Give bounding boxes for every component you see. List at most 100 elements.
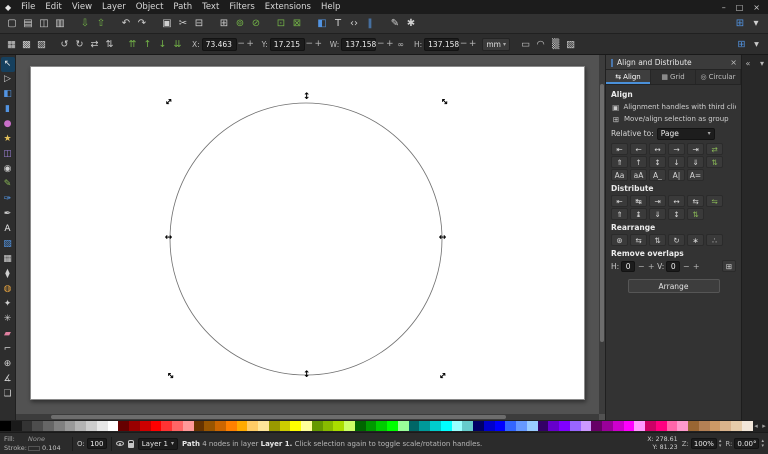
height-input[interactable]: 137.158 (424, 37, 459, 51)
palette-swatch[interactable] (258, 421, 269, 431)
zoom-decrease-button[interactable]: ▾ (719, 443, 722, 449)
palette-swatch[interactable] (204, 421, 215, 431)
palette-swatch[interactable] (365, 421, 377, 431)
new-document-button[interactable]: ▢ (4, 16, 20, 32)
palette-swatch[interactable] (21, 421, 33, 431)
star-tool-button[interactable]: ★ (1, 132, 15, 147)
palette-swatch[interactable] (666, 421, 678, 431)
relative-to-dropdown[interactable]: Page ▾ (656, 127, 715, 140)
palette-swatch[interactable] (537, 421, 549, 431)
randomize-positions-button[interactable]: ∗ (687, 234, 704, 246)
print-button[interactable]: ▥ (52, 16, 68, 32)
palette-swatch[interactable] (440, 421, 452, 431)
vertical-scrollbar[interactable] (599, 55, 605, 414)
duplicate-button[interactable]: ⊞ (216, 16, 232, 32)
group-button[interactable]: ⊡ (273, 16, 289, 32)
unlink-clone-button[interactable]: ⊘ (248, 16, 264, 32)
palette-swatch[interactable] (612, 421, 624, 431)
center-on-vertical-axis-button[interactable]: ↔ (649, 143, 666, 155)
rotate-arrangement-button[interactable]: ↻ (668, 234, 685, 246)
distribute-horizontal-anchor-button[interactable]: ⇆ (687, 195, 704, 207)
pen-tool-button[interactable]: ✑ (1, 192, 15, 207)
palette-swatch[interactable] (677, 421, 688, 431)
palette-swatch[interactable] (279, 421, 291, 431)
palette-swatch[interactable] (688, 421, 699, 431)
menu-filters[interactable]: Filters (224, 2, 259, 12)
rectangle-tool-button[interactable]: ▮ (1, 102, 15, 117)
palette-swatch[interactable] (580, 421, 592, 431)
measure-tool-button[interactable]: ∡ (1, 372, 15, 387)
raise-button[interactable]: ↑ (140, 37, 155, 52)
palette-swatch[interactable] (397, 421, 409, 431)
eraser-tool-button[interactable]: ▰ (1, 327, 15, 342)
redo-button[interactable]: ↷ (134, 16, 150, 32)
palette-swatch[interactable] (516, 421, 527, 431)
align-top-edge-anchor-button[interactable]: ⇑ (611, 156, 628, 168)
palette-swatch[interactable] (236, 421, 248, 431)
palette-swatch[interactable] (602, 421, 613, 431)
collapse-dock-button[interactable]: « (743, 59, 753, 69)
overlap-v-input[interactable]: 0 (666, 260, 681, 272)
palette-swatch[interactable] (430, 421, 441, 431)
palette-swatch[interactable] (376, 421, 387, 431)
snap-options-button[interactable]: ▾ (748, 16, 764, 32)
fill-stroke-indicator[interactable]: Fill: None Stroke: 0.104 (4, 435, 68, 452)
align-dialog-button[interactable]: ‖ (362, 16, 378, 32)
text-distribute-vertical-button[interactable]: ⇅ (687, 208, 704, 220)
height-increment-button[interactable]: + (468, 38, 477, 51)
vertical-scrollbar-thumb[interactable] (600, 83, 604, 343)
palette-swatch[interactable] (645, 421, 656, 431)
connector-tool-button[interactable]: ⌐ (1, 342, 15, 357)
flip-horizontal-button[interactable]: ⇄ (87, 37, 102, 52)
selector-tool-button[interactable]: ↖ (0, 57, 15, 72)
width-increment-button[interactable]: + (385, 38, 394, 51)
palette-swatch[interactable] (408, 421, 420, 431)
overlap-h-decrement-button[interactable]: − (637, 262, 645, 271)
exchange-stacking-order-button[interactable]: ⇅ (649, 234, 666, 246)
flip-vertical-button[interactable]: ⇅ (102, 37, 117, 52)
alignment-handles-option[interactable]: ▣ Alignment handles with third click (611, 101, 736, 113)
raise-to-top-button[interactable]: ⇈ (125, 37, 140, 52)
palette-swatch[interactable] (139, 421, 151, 431)
ellipse-tool-button[interactable]: ● (1, 117, 15, 132)
panel-close-button[interactable]: × (730, 58, 737, 67)
rotate-ccw-button[interactable]: ↺ (57, 37, 72, 52)
palette-swatch[interactable] (86, 421, 97, 431)
text-dialog-button[interactable]: T (330, 16, 346, 32)
text-align-horizontal-button[interactable]: ⇄ (706, 143, 723, 155)
palette-swatch[interactable] (462, 421, 473, 431)
zoom-tool-button[interactable]: ⊕ (1, 357, 15, 372)
text-tool-button[interactable]: A (1, 222, 15, 237)
palette-scroll-left-button[interactable]: ◂ (752, 421, 760, 431)
distribute-left-edges-button[interactable]: ⇤ (611, 195, 628, 207)
overlap-h-increment-button[interactable]: + (647, 262, 655, 271)
palette-swatch[interactable] (494, 421, 506, 431)
palette-swatch[interactable] (354, 421, 366, 431)
width-decrement-button[interactable]: − (376, 38, 385, 51)
align-bottom-edges-button[interactable]: ↓ (668, 156, 685, 168)
menu-layer[interactable]: Layer (97, 2, 131, 12)
fill-stroke-dialog-button[interactable]: ◧ (314, 16, 330, 32)
menu-edit[interactable]: Edit (40, 2, 66, 12)
pencil-tool-button[interactable]: ✎ (1, 177, 15, 192)
palette-swatch[interactable] (311, 421, 323, 431)
palette-swatch[interactable] (290, 421, 301, 431)
move-as-group-option[interactable]: ⊞ Move/align selection as group (611, 113, 736, 125)
align-right-edge-anchor-button[interactable]: ⇥ (687, 143, 704, 155)
palette-swatch[interactable] (247, 421, 258, 431)
palette-swatch[interactable] (451, 421, 463, 431)
align-top-edges-button[interactable]: ↑ (630, 156, 647, 168)
import-button[interactable]: ⇩ (77, 16, 93, 32)
rotate-handle-bottom-left[interactable] (165, 372, 174, 381)
center-on-horizontal-axis-button[interactable]: ↕ (649, 156, 666, 168)
distribute-horizontal-centers-button[interactable]: ↹ (630, 195, 647, 207)
rotate-handle-bottom-right[interactable] (439, 372, 448, 381)
align-left-edges-button[interactable]: ← (630, 143, 647, 155)
opacity-input[interactable]: 100 (86, 438, 107, 449)
distribute-bottom-edges-button[interactable]: ⇓ (649, 208, 666, 220)
shape-builder-tool-button[interactable]: ◧ (1, 87, 15, 102)
xml-editor-button[interactable]: ‹› (346, 16, 362, 32)
overlap-h-input[interactable]: 0 (621, 260, 636, 272)
layer-lock-icon[interactable] (127, 439, 135, 448)
dropper-tool-button[interactable]: ⧫ (1, 267, 15, 282)
